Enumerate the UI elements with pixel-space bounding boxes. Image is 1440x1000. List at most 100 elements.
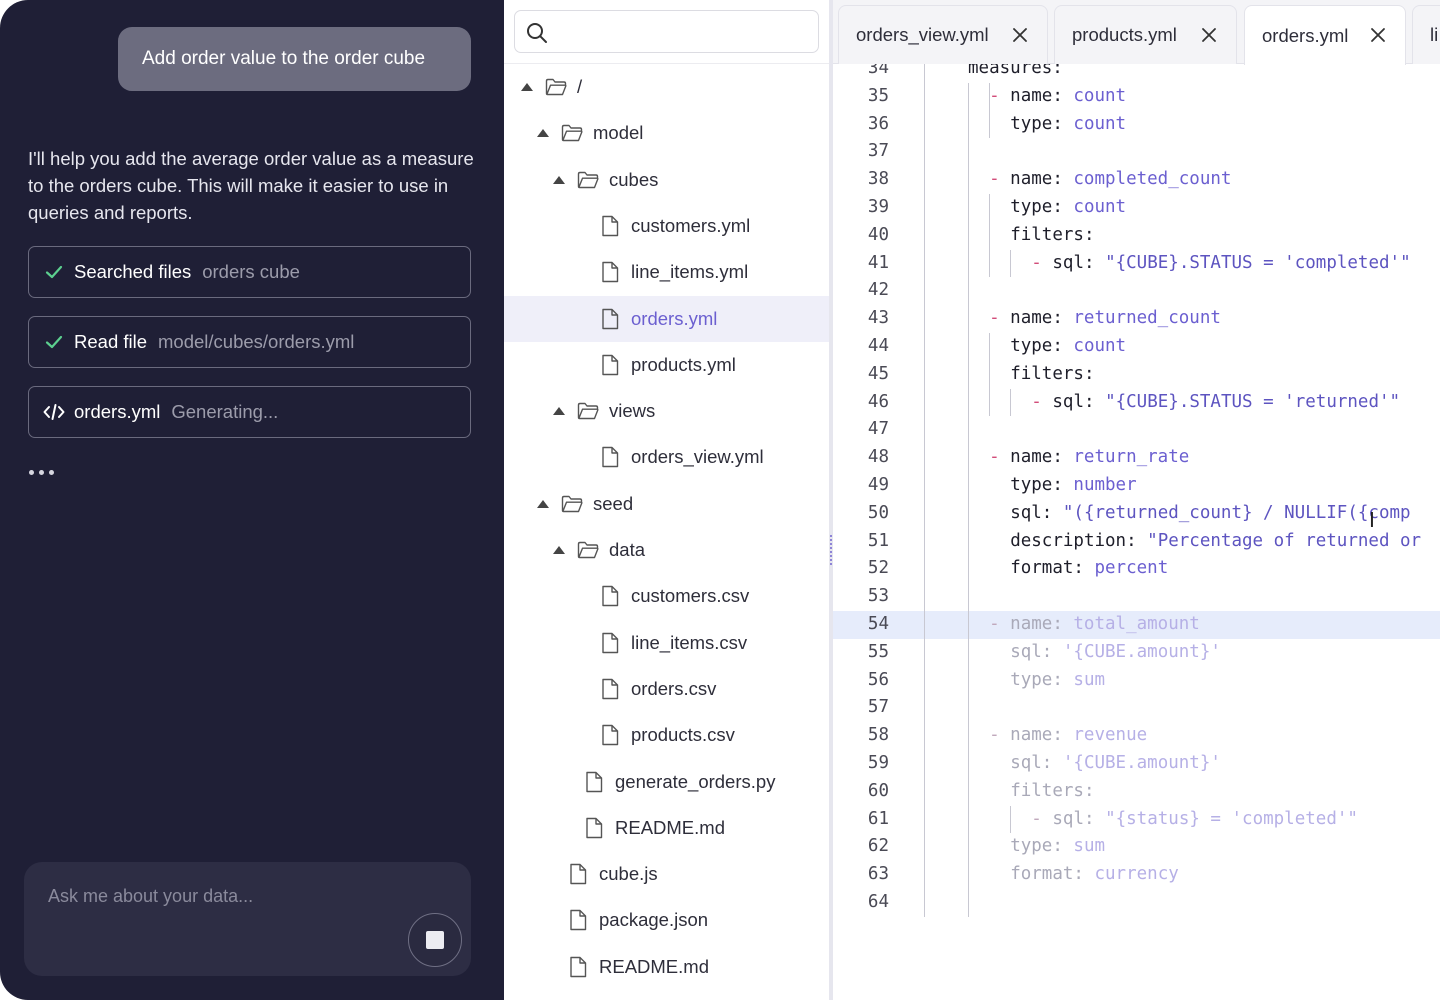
code-text: type: sum [1010, 667, 1105, 695]
caret-up-icon[interactable] [536, 497, 550, 511]
code-token: currency [1094, 864, 1179, 885]
tree-item-label: cubes [609, 168, 659, 190]
line-number: 58 [867, 725, 889, 746]
close-icon[interactable] [1010, 25, 1030, 45]
tree-folder[interactable]: seed [504, 481, 830, 527]
code-token: description: [1010, 530, 1148, 551]
code-token: filters: [1010, 224, 1095, 245]
caret-up-icon[interactable] [552, 404, 566, 418]
file-icon [567, 956, 589, 978]
code-text: sql: "({returned_count} / NULLIF({comp [1010, 500, 1410, 528]
code-token: - [1031, 808, 1053, 829]
code-token: percent [1094, 558, 1169, 579]
caret-up-icon[interactable] [552, 543, 566, 557]
step-label: orders.yml [74, 401, 161, 422]
tab-orders[interactable]: orders.yml [1244, 5, 1406, 65]
tree-file[interactable]: line_items.yml [504, 249, 830, 295]
code-token: type: [1010, 336, 1074, 356]
code-token: name: [1010, 308, 1074, 329]
step-generating[interactable]: orders.yml Generating... [28, 386, 471, 438]
step-searched-files[interactable]: Searched files orders cube [28, 246, 471, 298]
indent-guide [989, 194, 990, 278]
tree-folder[interactable]: model [504, 110, 830, 156]
code-editor: orders_view.yml products.yml orders.yml … [833, 0, 1440, 1000]
code-token: format: [1010, 558, 1095, 579]
tree-file[interactable]: line_items.csv [504, 620, 830, 666]
tree-file[interactable]: orders_view.yml [504, 434, 830, 480]
file-icon [599, 308, 621, 330]
line-number: 51 [867, 530, 889, 551]
editor-tabbar: orders_view.yml products.yml orders.yml … [833, 0, 1440, 65]
tree-folder[interactable]: cubes [504, 157, 830, 203]
splitter-handle[interactable] [830, 535, 832, 565]
indent-guide [989, 333, 990, 417]
code-token: measures: [968, 64, 1063, 78]
code-area[interactable]: 34 measures: 35 - name: count 36 type: count 3… [833, 64, 1440, 1000]
tree-file[interactable]: README.md [504, 805, 830, 851]
tree-file[interactable]: products.yml [504, 342, 830, 388]
code-token: return_rate [1073, 447, 1190, 468]
code-token: count [1073, 85, 1127, 106]
caret-up-icon[interactable] [536, 126, 550, 140]
code-token: filters: [1010, 780, 1095, 801]
tree-file[interactable]: products.csv [504, 712, 830, 758]
code-token: count [1073, 197, 1127, 217]
code-text: type: count [1010, 194, 1126, 222]
tree-file[interactable]: orders.csv [504, 666, 830, 712]
code-text: - name: count [989, 83, 1126, 111]
step-read-file[interactable]: Read file model/cubes/orders.yml [28, 316, 471, 368]
chat-composer [24, 862, 471, 976]
code-token: - [989, 85, 1011, 106]
tree-file[interactable]: customers.csv [504, 573, 830, 619]
line-number: 55 [867, 641, 889, 662]
tree-file[interactable]: generate_orders.py [504, 759, 830, 805]
tab-products[interactable]: products.yml [1054, 5, 1237, 64]
code-text: - name: completed_count [989, 166, 1231, 194]
file-icon [599, 446, 621, 468]
code-token: type: [1010, 197, 1074, 217]
file-search-input[interactable] [557, 21, 807, 39]
code-token: name: [1010, 725, 1074, 746]
chat-input[interactable] [48, 886, 408, 907]
code-token: - [989, 725, 1011, 746]
close-icon[interactable] [1199, 25, 1219, 45]
code-token: sql: [1052, 252, 1106, 273]
code-token: sum [1073, 836, 1106, 857]
line-number: 52 [867, 558, 889, 579]
tree-file[interactable]: cube.js [504, 851, 830, 897]
file-tree-panel: / model cubes customers.yml line_items.yml or… [504, 0, 830, 1000]
line-number: 35 [867, 85, 889, 106]
line-number: 41 [867, 252, 889, 273]
line-number: 39 [867, 197, 889, 217]
indent-guide [1010, 249, 1011, 278]
tab-orders-view[interactable]: orders_view.yml [838, 5, 1048, 64]
tree-folder[interactable]: data [504, 527, 830, 573]
code-token: '{CUBE.amount}' [1062, 641, 1221, 662]
close-icon[interactable] [1368, 25, 1388, 45]
stop-button[interactable] [408, 913, 462, 967]
line-number: 64 [867, 892, 889, 912]
tree-folder[interactable]: views [504, 388, 830, 434]
indent-guide [989, 82, 990, 139]
file-icon [599, 261, 621, 283]
file-icon [599, 585, 621, 607]
tree-file[interactable]: customers.yml [504, 203, 830, 249]
code-token: sql: [1010, 641, 1063, 662]
code-token: - [1031, 391, 1053, 412]
code-text: type: sum [1010, 833, 1105, 861]
tree-item-label: orders_view.yml [631, 446, 764, 468]
tree-file[interactable]: package.json [504, 897, 830, 943]
indent-guide [1010, 388, 1011, 417]
code-token: count [1073, 113, 1127, 134]
code-token: name: [1010, 447, 1074, 468]
tree-file[interactable]: orders.yml [504, 295, 830, 342]
indent-guide [1010, 805, 1011, 834]
tab-line-items[interactable]: li [1412, 5, 1440, 64]
line-number: 57 [867, 697, 889, 718]
code-text: - name: returned_count [989, 305, 1221, 333]
tree-file[interactable]: README.md [504, 944, 830, 990]
tree-folder[interactable]: / [504, 64, 830, 110]
line-number: 44 [867, 336, 889, 356]
caret-up-icon[interactable] [520, 80, 534, 94]
caret-up-icon[interactable] [552, 173, 566, 187]
